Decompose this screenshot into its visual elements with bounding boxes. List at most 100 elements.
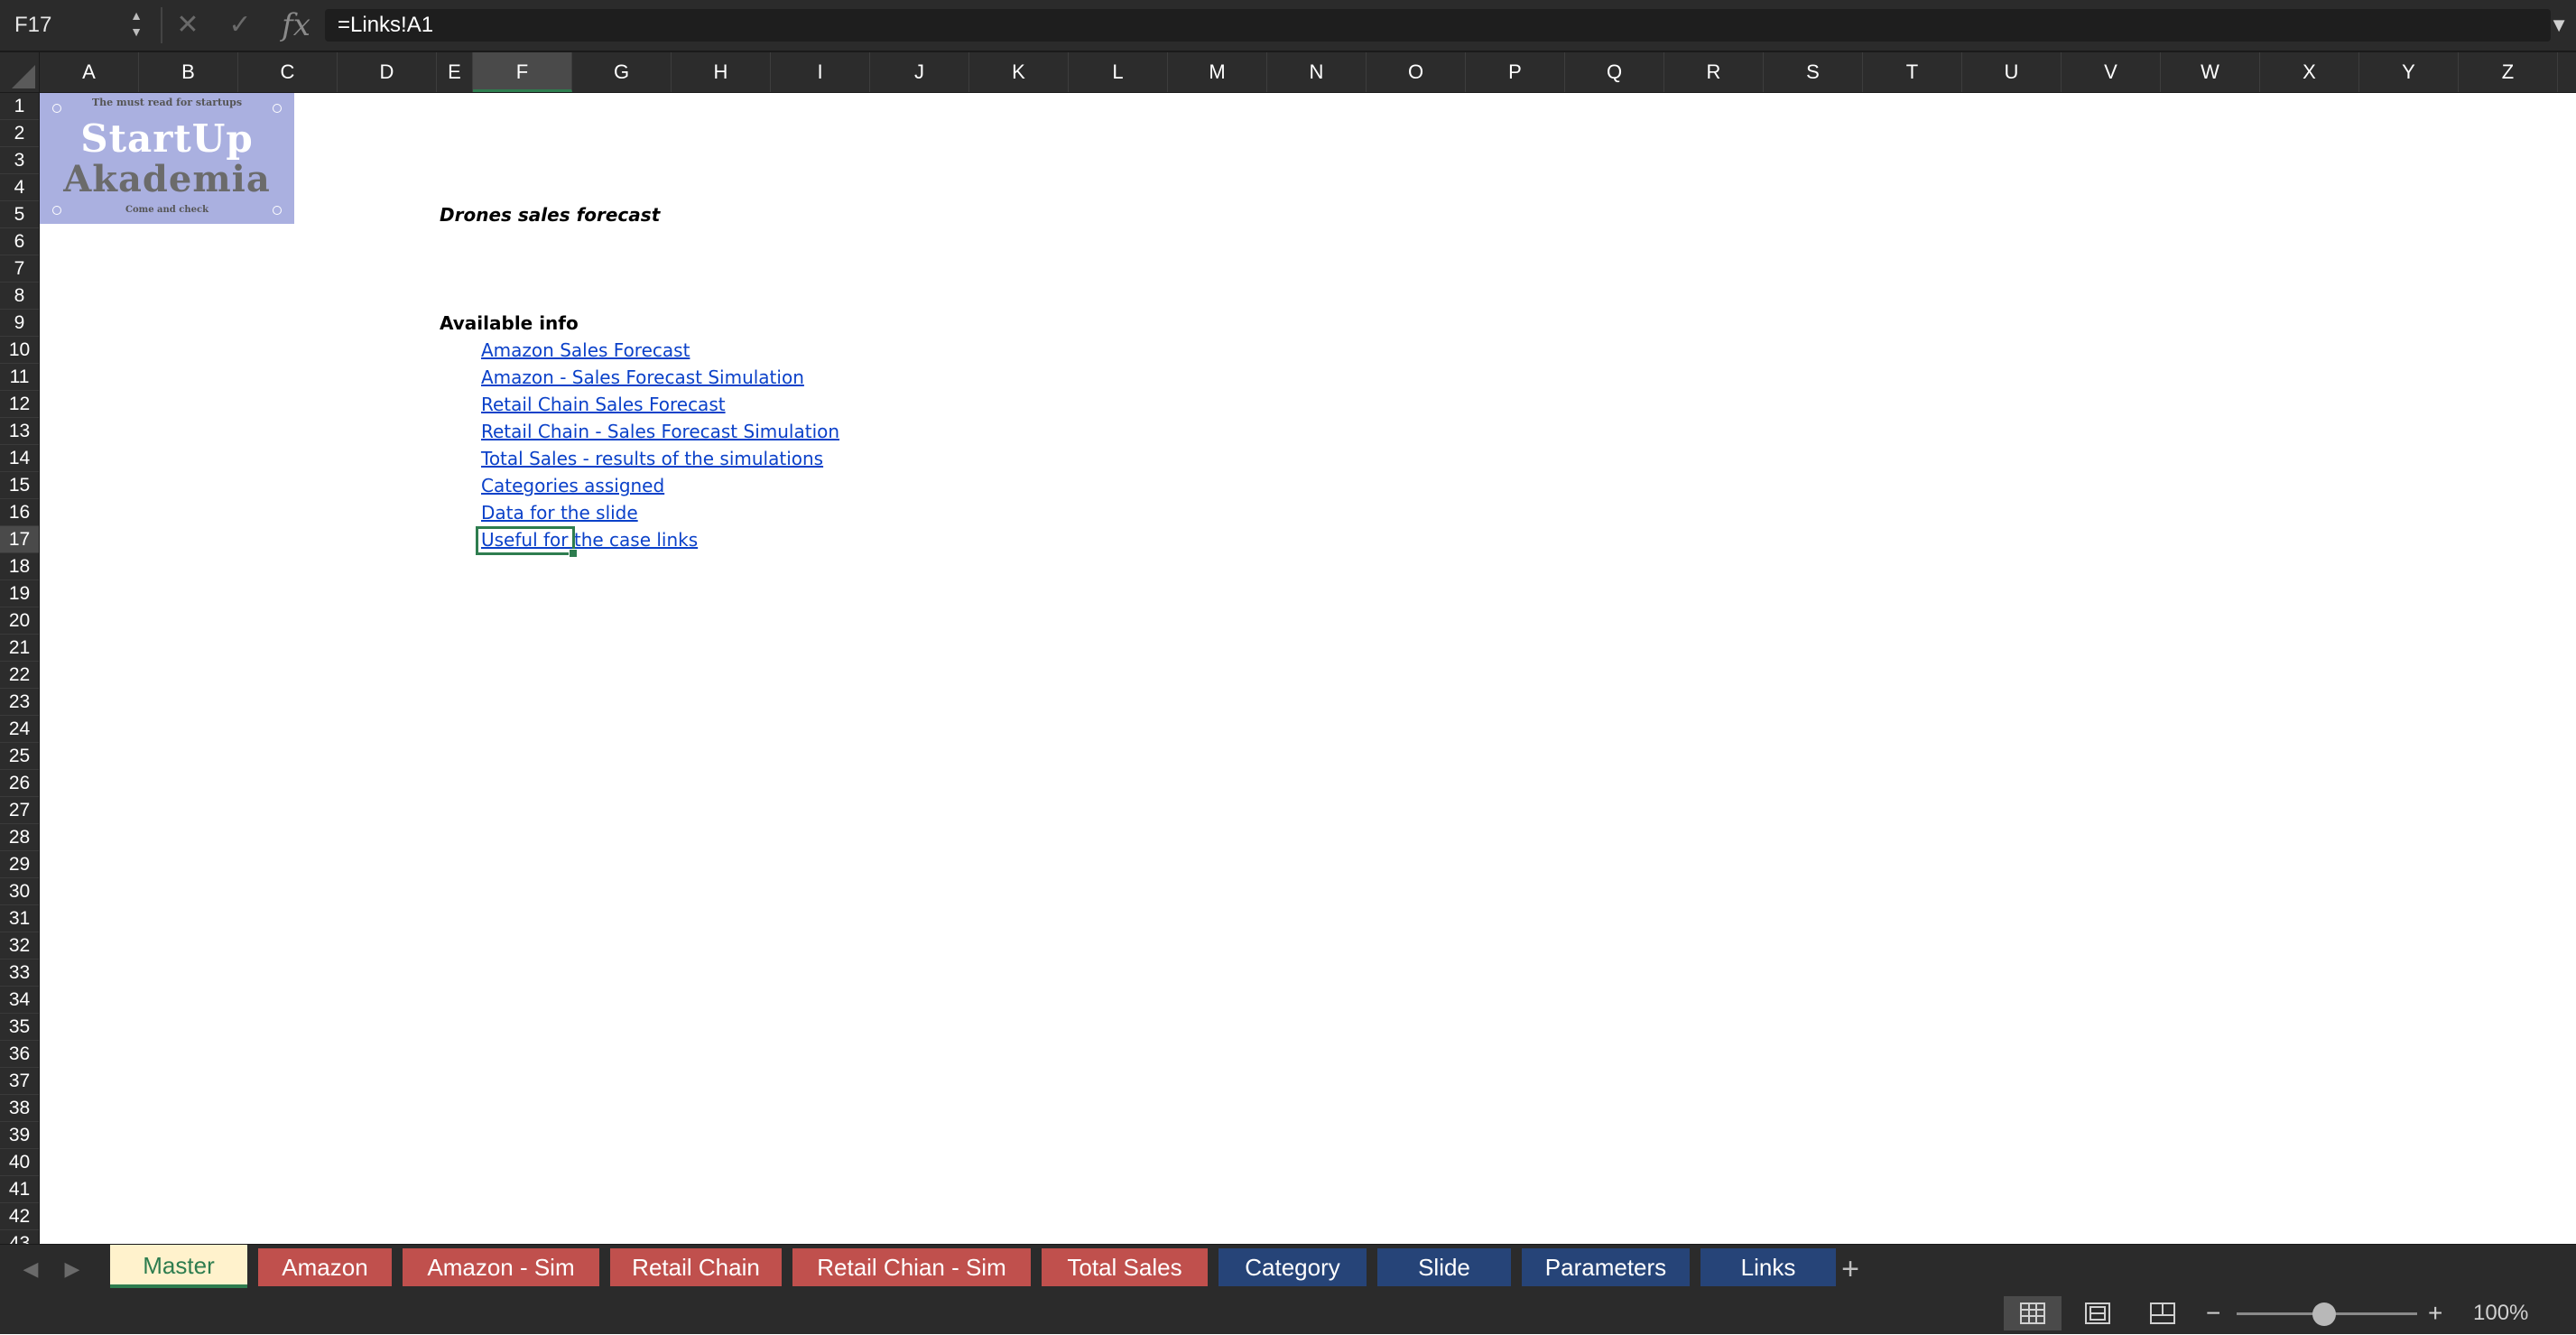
row-header-40[interactable]: 40 (0, 1149, 39, 1176)
row-header-2[interactable]: 2 (0, 120, 39, 147)
column-header-g[interactable]: G (572, 52, 672, 92)
row-header-17[interactable]: 17 (0, 526, 39, 553)
column-header-u[interactable]: U (1962, 52, 2062, 92)
column-header-y[interactable]: Y (2359, 52, 2459, 92)
column-header-x[interactable]: X (2260, 52, 2359, 92)
row-header-18[interactable]: 18 (0, 553, 39, 580)
link-useful-for-the-case-links[interactable]: Useful for the case links (481, 526, 698, 553)
row-header-13[interactable]: 13 (0, 418, 39, 445)
column-header-p[interactable]: P (1466, 52, 1565, 92)
sheet-tab-total-sales[interactable]: Total Sales (1042, 1248, 1208, 1286)
row-header-15[interactable]: 15 (0, 472, 39, 499)
row-header-28[interactable]: 28 (0, 824, 39, 851)
row-header-11[interactable]: 11 (0, 364, 39, 391)
column-header-o[interactable]: O (1367, 52, 1466, 92)
sheet-tab-category[interactable]: Category (1219, 1248, 1367, 1286)
prev-sheet-icon[interactable]: ◀ (13, 1245, 49, 1293)
link-total-sales-results[interactable]: Total Sales - results of the simulations (481, 445, 823, 472)
row-header-23[interactable]: 23 (0, 689, 39, 716)
link-amazon-sales-forecast-simulation[interactable]: Amazon - Sales Forecast Simulation (481, 364, 804, 391)
column-header-t[interactable]: T (1863, 52, 1962, 92)
row-header-24[interactable]: 24 (0, 716, 39, 743)
column-header-r[interactable]: R (1664, 52, 1764, 92)
row-header-14[interactable]: 14 (0, 445, 39, 472)
row-header-26[interactable]: 26 (0, 770, 39, 797)
expand-formula-icon[interactable]: ▼ (2549, 0, 2569, 51)
add-sheet-icon[interactable]: + (1832, 1245, 1868, 1293)
row-header-16[interactable]: 16 (0, 499, 39, 526)
column-header-s[interactable]: S (1764, 52, 1863, 92)
column-header-c[interactable]: C (238, 52, 338, 92)
row-header-37[interactable]: 37 (0, 1068, 39, 1095)
column-header-w[interactable]: W (2161, 52, 2260, 92)
sheet-tab-amazon-sim[interactable]: Amazon - Sim (403, 1248, 599, 1286)
next-sheet-icon[interactable]: ▶ (54, 1245, 90, 1293)
sheet-tab-amazon[interactable]: Amazon (258, 1248, 392, 1286)
row-header-43[interactable]: 43 (0, 1230, 39, 1244)
link-retail-chain-sales-forecast[interactable]: Retail Chain Sales Forecast (481, 391, 726, 418)
row-header-10[interactable]: 10 (0, 337, 39, 364)
column-header-k[interactable]: K (969, 52, 1069, 92)
column-header-b[interactable]: B (139, 52, 238, 92)
name-box-stepper-icon[interactable]: ▲ ▼ (126, 7, 146, 43)
column-header-d[interactable]: D (338, 52, 437, 92)
sheet-tab-retail-chain[interactable]: Retail Chain (610, 1248, 782, 1286)
cancel-icon[interactable]: ✕ (168, 0, 208, 51)
column-header-n[interactable]: N (1267, 52, 1367, 92)
page-layout-view-button[interactable] (2069, 1296, 2127, 1330)
row-header-3[interactable]: 3 (0, 147, 39, 174)
row-header-30[interactable]: 30 (0, 878, 39, 905)
sheet-tab-parameters[interactable]: Parameters (1522, 1248, 1690, 1286)
sheet-tab-retail-chian-sim[interactable]: Retail Chian - Sim (792, 1248, 1031, 1286)
zoom-in-icon[interactable]: + (2428, 1293, 2442, 1334)
row-header-34[interactable]: 34 (0, 987, 39, 1014)
row-header-4[interactable]: 4 (0, 174, 39, 201)
row-header-35[interactable]: 35 (0, 1014, 39, 1041)
row-header-1[interactable]: 1 (0, 93, 39, 120)
zoom-out-icon[interactable]: − (2206, 1293, 2220, 1334)
link-amazon-sales-forecast[interactable]: Amazon Sales Forecast (481, 337, 690, 364)
formula-input[interactable] (325, 9, 2551, 42)
column-header-e[interactable]: E (437, 52, 473, 92)
link-data-for-the-slide[interactable]: Data for the slide (481, 499, 638, 526)
column-header-q[interactable]: Q (1565, 52, 1664, 92)
row-header-7[interactable]: 7 (0, 255, 39, 283)
column-header-a[interactable]: A (40, 52, 139, 92)
row-header-32[interactable]: 32 (0, 932, 39, 960)
column-header-j[interactable]: J (870, 52, 969, 92)
zoom-slider-thumb[interactable] (2312, 1303, 2336, 1326)
row-header-19[interactable]: 19 (0, 580, 39, 607)
link-categories-assigned[interactable]: Categories assigned (481, 472, 664, 499)
link-retail-chain-sales-forecast-simulation[interactable]: Retail Chain - Sales Forecast Simulation (481, 418, 839, 445)
row-header-21[interactable]: 21 (0, 635, 39, 662)
row-header-6[interactable]: 6 (0, 228, 39, 255)
select-all-corner[interactable] (0, 52, 40, 93)
row-header-33[interactable]: 33 (0, 960, 39, 987)
row-header-27[interactable]: 27 (0, 797, 39, 824)
row-header-5[interactable]: 5 (0, 201, 39, 228)
row-header-8[interactable]: 8 (0, 283, 39, 310)
sheet-tab-links[interactable]: Links (1700, 1248, 1836, 1286)
row-header-31[interactable]: 31 (0, 905, 39, 932)
row-header-36[interactable]: 36 (0, 1041, 39, 1068)
worksheet-grid[interactable]: ABCDEFGHIJKLMNOPQRSTUVWXYZ 1 2 3 4 5 6 7 8 9 10 11… (0, 52, 2576, 1244)
function-icon[interactable]: fx (276, 0, 316, 51)
column-header-f[interactable]: F (473, 52, 572, 92)
row-header-12[interactable]: 12 (0, 391, 39, 418)
sheet-tab-slide[interactable]: Slide (1377, 1248, 1511, 1286)
column-header-l[interactable]: L (1069, 52, 1168, 92)
row-header-20[interactable]: 20 (0, 607, 39, 635)
column-header-m[interactable]: M (1168, 52, 1267, 92)
row-header-42[interactable]: 42 (0, 1203, 39, 1230)
row-header-29[interactable]: 29 (0, 851, 39, 878)
column-header-z[interactable]: Z (2459, 52, 2558, 92)
row-header-39[interactable]: 39 (0, 1122, 39, 1149)
column-header-h[interactable]: H (672, 52, 771, 92)
row-header-25[interactable]: 25 (0, 743, 39, 770)
name-box[interactable]: F17 ▲ ▼ (0, 0, 153, 51)
column-header-v[interactable]: V (2062, 52, 2161, 92)
zoom-level[interactable]: 100% (2473, 1293, 2528, 1334)
confirm-icon[interactable]: ✓ (220, 0, 260, 51)
sheet-tab-master[interactable]: Master (110, 1245, 247, 1288)
row-header-41[interactable]: 41 (0, 1176, 39, 1203)
